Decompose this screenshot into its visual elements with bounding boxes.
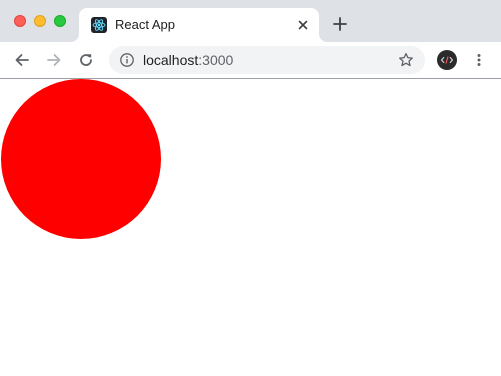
arrow-back-icon[interactable]: [14, 52, 30, 68]
code-extension-icon[interactable]: [437, 50, 457, 70]
arrow-forward-icon[interactable]: [46, 52, 62, 68]
url-port: :3000: [198, 52, 234, 68]
tab-title: React App: [115, 17, 175, 32]
star-icon[interactable]: [398, 52, 414, 68]
window-minimize-button[interactable]: [34, 15, 46, 27]
browser-toolbar: localhost:3000: [0, 42, 501, 79]
address-bar[interactable]: localhost:3000: [109, 46, 425, 74]
tab-react-app[interactable]: React App: [79, 8, 319, 42]
tab-strip: React App: [0, 0, 501, 42]
url-host: localhost: [143, 52, 199, 68]
browser-window: React App localhost:3000: [0, 0, 501, 376]
info-icon[interactable]: [119, 52, 135, 68]
url-text[interactable]: localhost:3000: [143, 52, 233, 68]
window-maximize-button[interactable]: [54, 15, 66, 27]
close-icon[interactable]: [295, 17, 311, 33]
plus-icon[interactable]: [332, 16, 348, 32]
more-vert-icon[interactable]: [471, 52, 487, 68]
red-circle: [1, 79, 161, 239]
reload-icon[interactable]: [78, 52, 94, 68]
page-viewport: [0, 79, 501, 376]
react-logo-icon: [91, 17, 107, 33]
window-close-button[interactable]: [14, 15, 26, 27]
